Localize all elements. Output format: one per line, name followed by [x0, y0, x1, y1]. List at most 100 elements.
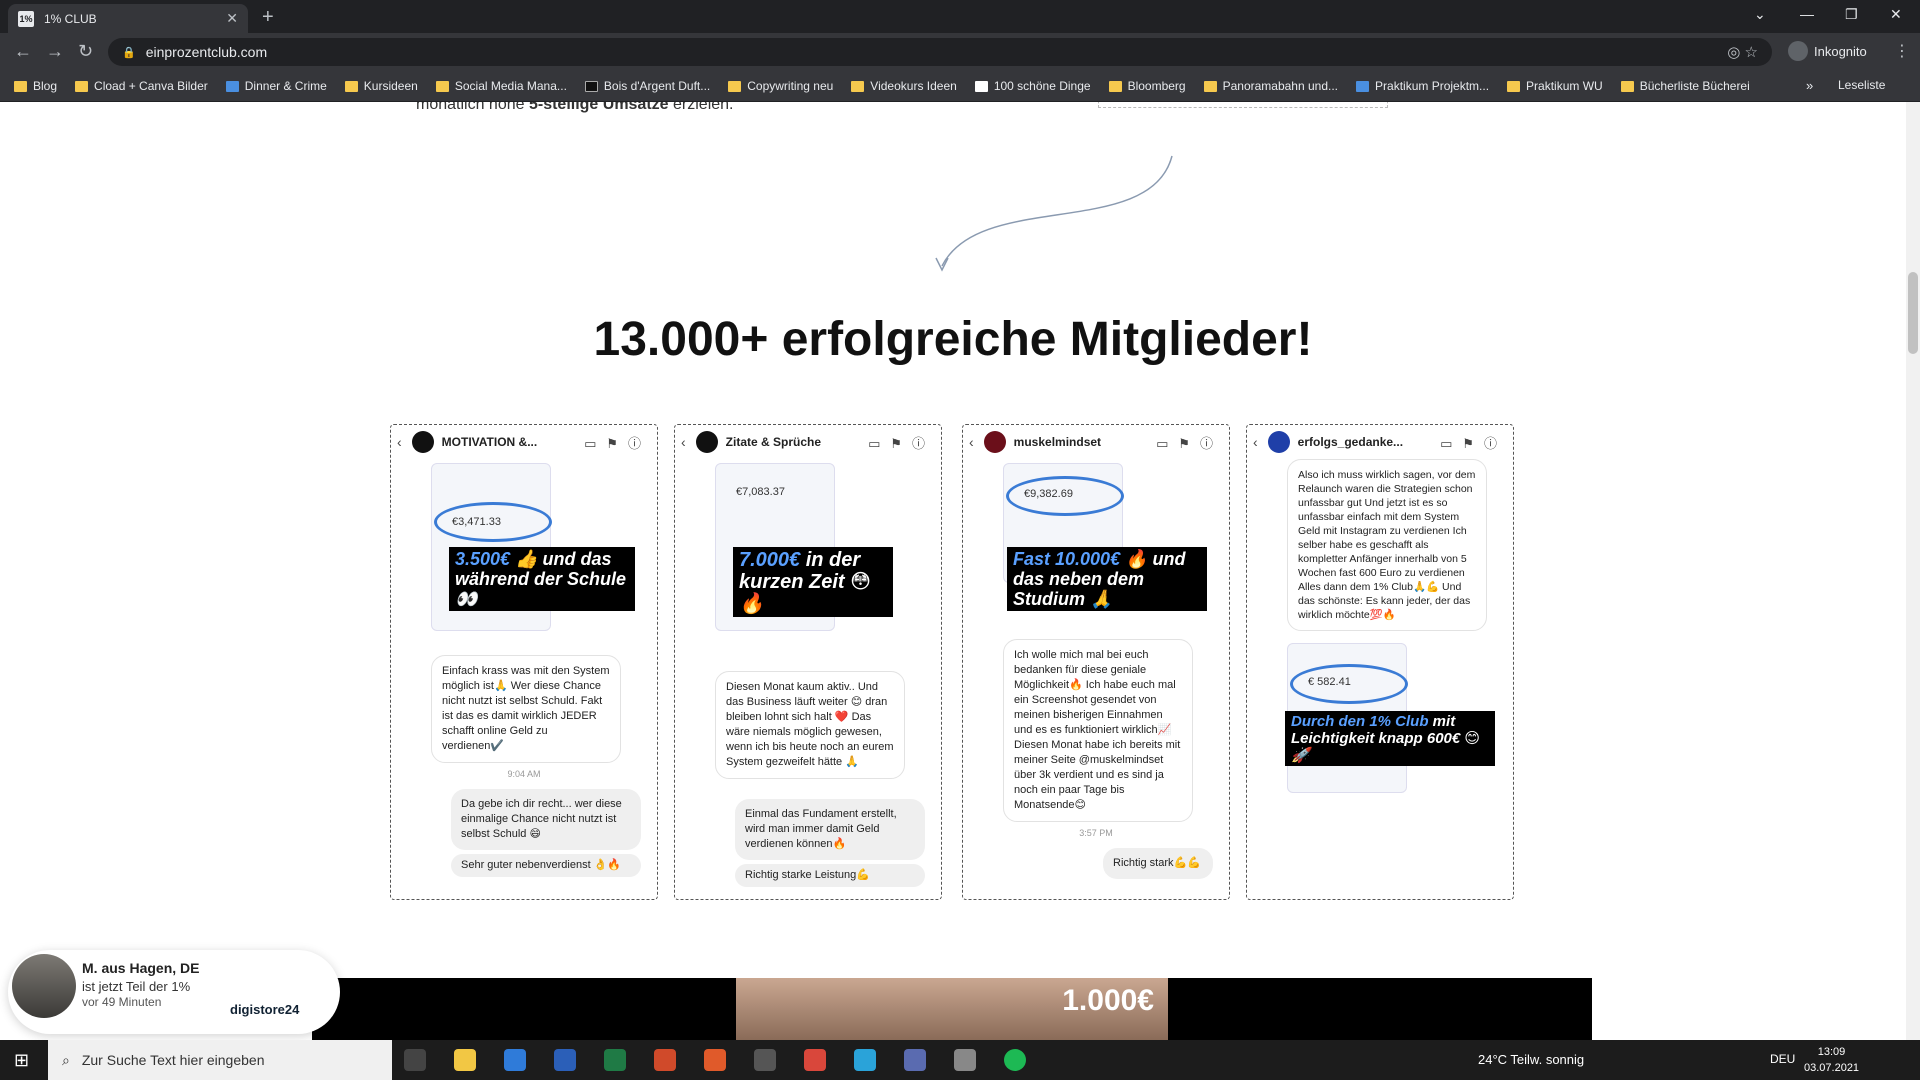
back-icon: ‹	[681, 434, 686, 450]
folder-icon	[1620, 80, 1634, 92]
reading-list-button[interactable]: Leseliste	[1838, 78, 1885, 92]
avatar	[1267, 431, 1290, 453]
url-text: einprozentclub.com	[145, 44, 268, 60]
video-thumbnail: 1.000€	[736, 978, 1168, 1040]
avatar	[695, 431, 718, 453]
message-bubble: Also ich muss wirklich sagen, vor dem Re…	[1287, 459, 1487, 631]
notepad-icon[interactable]	[954, 1049, 976, 1071]
testimonial-card: ‹ muskelmindset ▭⚑ⓘ €9,382.69 Fast 10.00…	[962, 424, 1230, 900]
tab-search-icon[interactable]: ⌄	[1754, 6, 1766, 23]
account-name: muskelmindset	[1013, 435, 1102, 449]
file-explorer-icon[interactable]	[454, 1049, 476, 1071]
chat-header: ‹ muskelmindset ▭⚑ⓘ	[963, 425, 1229, 459]
minimize-icon[interactable]: —	[1800, 6, 1814, 22]
mail-icon[interactable]	[504, 1049, 526, 1071]
digistore-logo: digistore24	[230, 1002, 300, 1017]
kebab-menu-icon[interactable]: ⋮	[1894, 41, 1910, 61]
task-view-icon[interactable]	[404, 1049, 426, 1071]
restore-icon[interactable]: ❐	[1845, 6, 1858, 23]
bookmark-item[interactable]: Bloomberg	[1108, 79, 1186, 93]
message-bubble: Diesen Monat kaum aktiv.. Und das Busine…	[715, 671, 905, 779]
folder-icon	[75, 80, 89, 92]
reply-bubble: Sehr guter nebenverdienst 👌🔥	[451, 854, 641, 877]
more-bookmarks-icon[interactable]: »	[1806, 78, 1813, 93]
taskbar: ⊞ ⌕ Zur Suche Text hier eingeben 24°C Te…	[0, 1040, 1920, 1080]
chrome-icon[interactable]	[804, 1049, 826, 1071]
account-name: erfolgs_gedanke...	[1297, 435, 1404, 449]
result-banner: 7.000€ in der kurzen Zeit 😳🔥	[733, 547, 893, 617]
bookmark-item[interactable]: Copywriting neu	[728, 79, 833, 93]
tab-title: 1% CLUB	[44, 11, 97, 26]
excel-icon[interactable]	[604, 1049, 626, 1071]
reply-bubble: Da gebe ich dir recht... wer diese einma…	[451, 789, 641, 850]
weather-widget[interactable]: 24°C Teilw. sonnig	[1478, 1052, 1584, 1067]
bookmark-item[interactable]: Videokurs Ideen	[851, 79, 957, 93]
incognito-icon	[1788, 41, 1808, 61]
video-player[interactable]: 1.000€	[312, 978, 1592, 1040]
search-placeholder: Zur Suche Text hier eingeben	[81, 1052, 265, 1068]
club-favicon-icon: 1%	[18, 10, 34, 27]
back-arrow-icon[interactable]: ←	[14, 41, 32, 62]
app-icon[interactable]	[704, 1049, 726, 1071]
windows-start-icon[interactable]: ⊞	[14, 1050, 29, 1071]
folder-icon	[728, 80, 742, 92]
bookmark-item[interactable]: Dinner & Crime	[225, 79, 327, 93]
revenue-amount: €7,083.37	[736, 486, 785, 498]
obs-icon[interactable]	[754, 1049, 776, 1071]
app-icon[interactable]	[904, 1049, 926, 1071]
taskbar-search-input[interactable]: ⌕ Zur Suche Text hier eingeben	[48, 1040, 392, 1080]
testimonial-card: ‹ Zitate & Sprüche ▭⚑ⓘ €7,083.37 7.000€ …	[674, 424, 942, 900]
browser-tab[interactable]: 1% 1% CLUB ✕	[8, 4, 248, 33]
folder-icon	[1108, 80, 1122, 92]
message-bubble: Einfach krass was mit den System möglich…	[431, 655, 621, 763]
search-icon: ⌕	[62, 1051, 70, 1068]
language-indicator[interactable]: DEU	[1770, 1052, 1795, 1066]
page-scrollbar[interactable]	[1906, 102, 1920, 1040]
bookmark-item[interactable]: Bücherliste Bücherei	[1620, 79, 1750, 93]
reload-icon[interactable]: ↻	[78, 41, 93, 62]
revenue-amount: € 582.41	[1308, 676, 1351, 688]
word-icon[interactable]	[554, 1049, 576, 1071]
testimonial-card: ‹ MOTIVATION &... ▭⚑ⓘ €3,471.33 3.500€ 👍…	[390, 424, 658, 900]
chat-actions-icon: ▭⚑ⓘ	[584, 435, 651, 451]
bookmark-item[interactable]: Praktikum Projektm...	[1356, 79, 1489, 93]
account-name: MOTIVATION &...	[441, 435, 538, 449]
curved-arrow-icon	[935, 155, 1173, 272]
spotify-icon[interactable]	[1004, 1049, 1026, 1071]
star-icon[interactable]: ◎ ☆	[1727, 43, 1758, 61]
signup-notification[interactable]: M. aus Hagen, DE ist jetzt Teil der 1% v…	[8, 950, 340, 1034]
bookmark-item[interactable]: Kursideen	[344, 79, 418, 93]
account-name: Zitate & Sprüche	[725, 435, 822, 449]
browser-toolbar: ← → ↻ 🔒 einprozentclub.com ◎ ☆ Inkognito…	[0, 33, 1920, 71]
folder-icon	[1203, 80, 1217, 92]
site-icon	[1356, 80, 1370, 92]
site-icon	[584, 80, 598, 92]
address-bar[interactable]: 🔒 einprozentclub.com ◎ ☆	[108, 38, 1772, 66]
bookmark-item[interactable]: Bois d'Argent Duft...	[584, 79, 710, 93]
bookmark-item[interactable]: Cload + Canva Bilder	[75, 79, 208, 93]
page-title: 13.000+ erfolgreiche Mitglieder!	[593, 313, 1313, 366]
bookmark-item[interactable]: Social Media Mana...	[435, 79, 567, 93]
incognito-indicator[interactable]: Inkognito	[1788, 41, 1867, 61]
notification-time: vor 49 Minuten	[82, 995, 162, 1009]
chat-actions-icon: ▭⚑ⓘ	[1440, 435, 1507, 451]
avatar	[411, 431, 434, 453]
system-clock[interactable]: 13:09 03.07.2021	[1804, 1044, 1859, 1076]
forward-arrow-icon[interactable]: →	[46, 41, 64, 62]
site-icon	[225, 80, 239, 92]
bookmark-item[interactable]: 100 schöne Dinge	[974, 79, 1091, 93]
powerpoint-icon[interactable]	[654, 1049, 676, 1071]
chat-actions-icon: ▭⚑ⓘ	[868, 435, 935, 451]
chat-header: ‹ Zitate & Sprüche ▭⚑ⓘ	[675, 425, 941, 459]
bookmark-item[interactable]: Panoramabahn und...	[1203, 79, 1338, 93]
folder-icon	[851, 80, 865, 92]
bookmark-item[interactable]: Blog	[14, 79, 57, 93]
notification-line: ist jetzt Teil der 1%	[82, 979, 191, 994]
scrollbar-thumb[interactable]	[1908, 272, 1918, 354]
close-window-icon[interactable]: ✕	[1890, 6, 1902, 23]
edge-icon[interactable]	[854, 1049, 876, 1071]
new-tab-icon[interactable]: +	[262, 6, 274, 29]
bookmark-item[interactable]: Praktikum WU	[1507, 79, 1603, 93]
site-icon	[974, 80, 988, 92]
close-tab-icon[interactable]: ✕	[226, 10, 238, 27]
